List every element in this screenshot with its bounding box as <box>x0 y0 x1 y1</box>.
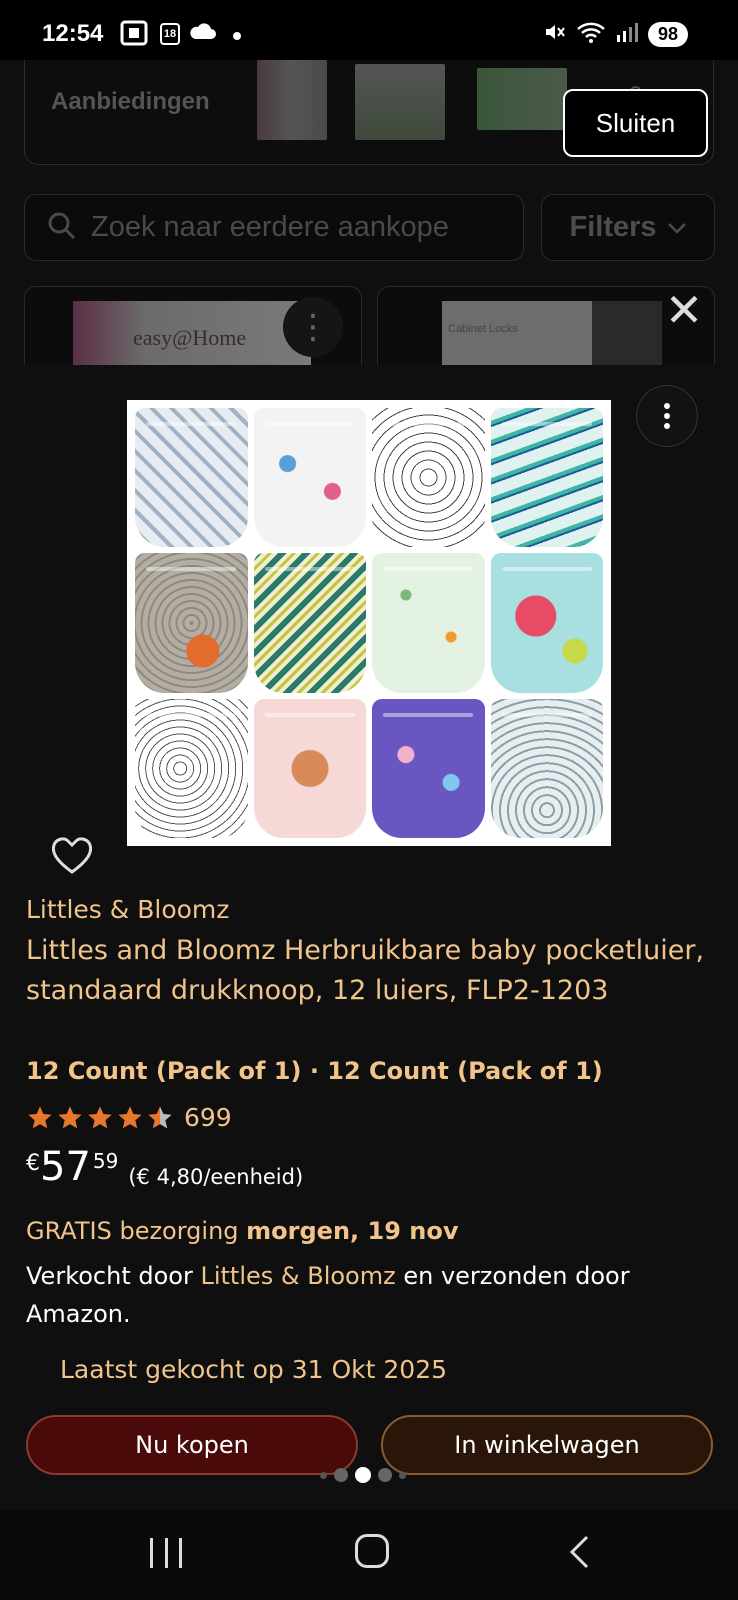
price-currency: € <box>26 1151 40 1176</box>
carousel-dot[interactable] <box>355 1467 371 1483</box>
star-icon <box>118 1105 142 1128</box>
more-vertical-icon <box>664 403 670 429</box>
price-whole: 57 <box>40 1144 91 1190</box>
navigation-bar <box>0 1510 738 1600</box>
deal-thumbnail <box>477 68 567 130</box>
star-icon <box>58 1105 82 1128</box>
product-variant: 12 Count (Pack of 1) · 12 Count (Pack of… <box>26 1057 603 1085</box>
price-fraction: 59 <box>92 1149 119 1173</box>
diaper-image <box>372 698 485 838</box>
product-rating[interactable]: 699 <box>26 1103 232 1132</box>
back-icon[interactable] <box>565 1534 595 1570</box>
deals-label: Aanbiedingen <box>51 88 210 115</box>
close-button[interactable]: Sluiten <box>563 89 708 157</box>
status-time: 12:54 <box>42 20 104 47</box>
search-box[interactable] <box>24 194 524 261</box>
more-options-button[interactable] <box>636 385 698 447</box>
seller-info: Verkocht door Littles & Bloomz en verzon… <box>26 1257 706 1333</box>
screenshot-icon <box>120 20 148 52</box>
carousel-dot[interactable] <box>334 1468 348 1482</box>
cloud-icon <box>188 22 216 46</box>
background-page: Aanbiedingen +3 Sluiten Filters easy@Hom… <box>0 60 738 376</box>
unit-price: (€ 4,80/eenheid) <box>128 1165 304 1189</box>
carousel-dots <box>320 1467 406 1483</box>
star-icon <box>28 1105 52 1128</box>
rating-stars <box>26 1104 174 1132</box>
delivery-info: GRATIS bezorging morgen, 19 nov <box>26 1217 459 1245</box>
filters-label: Filters <box>569 211 657 243</box>
dot-icon <box>232 24 242 47</box>
filters-button[interactable]: Filters <box>541 194 715 261</box>
search-icon <box>48 212 76 240</box>
seller-prefix: Verkocht door <box>26 1262 193 1290</box>
deal-thumbnail <box>355 64 445 140</box>
carousel-dot[interactable] <box>399 1471 406 1479</box>
product-brand[interactable]: Littles & Bloomz <box>26 895 229 924</box>
carousel-dot[interactable] <box>320 1471 327 1479</box>
status-bar: 12:54 18 98 <box>0 0 738 60</box>
diaper-image <box>253 408 366 548</box>
diaper-image <box>490 408 603 548</box>
home-icon[interactable] <box>355 1534 389 1568</box>
more-options-icon[interactable]: ⋮ <box>283 297 343 357</box>
diaper-image <box>135 408 248 548</box>
battery-icon: 98 <box>647 22 688 47</box>
mute-icon <box>542 20 566 49</box>
star-icon <box>88 1105 112 1128</box>
diaper-image <box>372 553 485 693</box>
seller-link[interactable]: Littles & Bloomz <box>200 1262 395 1290</box>
deal-thumbnail <box>257 60 327 140</box>
diaper-image <box>490 553 603 693</box>
diaper-image <box>253 698 366 838</box>
diaper-image <box>135 553 248 693</box>
heart-icon[interactable] <box>50 835 94 875</box>
carousel-dot[interactable] <box>378 1468 392 1482</box>
signal-icon <box>616 21 638 48</box>
wifi-icon <box>576 20 606 49</box>
chevron-down-icon <box>667 222 686 234</box>
diaper-image <box>135 698 248 838</box>
delivery-date: morgen, 19 nov <box>246 1217 459 1245</box>
delivery-prefix: GRATIS bezorging <box>26 1217 239 1245</box>
calendar-icon: 18 <box>160 23 180 45</box>
star-icon <box>148 1105 172 1128</box>
diaper-image <box>372 408 485 548</box>
product-sheet: Littles & Bloomz Littles and Bloomz Herb… <box>0 365 738 1510</box>
search-input[interactable] <box>91 211 491 244</box>
order-card[interactable]: easy@Home ⋮ <box>24 286 362 376</box>
add-to-cart-button[interactable]: In winkelwagen <box>381 1415 713 1475</box>
diaper-image <box>490 698 603 838</box>
rating-count: 699 <box>184 1103 232 1132</box>
product-image[interactable] <box>127 400 611 846</box>
order-thumbnail-brand: Cabinet Locks <box>448 323 518 335</box>
order-thumbnail-brand: easy@Home <box>133 325 247 350</box>
last-bought[interactable]: Laatst gekocht op 31 Okt 2025 <box>60 1355 447 1384</box>
product-title[interactable]: Littles and Bloomz Herbruikbare baby poc… <box>26 931 706 1011</box>
buy-now-button[interactable]: Nu kopen <box>26 1415 358 1475</box>
recent-apps-icon[interactable] <box>150 1538 182 1568</box>
close-icon[interactable]: ✕ <box>660 286 708 334</box>
status-right: 98 <box>542 20 688 49</box>
diaper-image <box>253 553 366 693</box>
product-price: € 57 59 (€ 4,80/eenheid) <box>26 1145 303 1189</box>
